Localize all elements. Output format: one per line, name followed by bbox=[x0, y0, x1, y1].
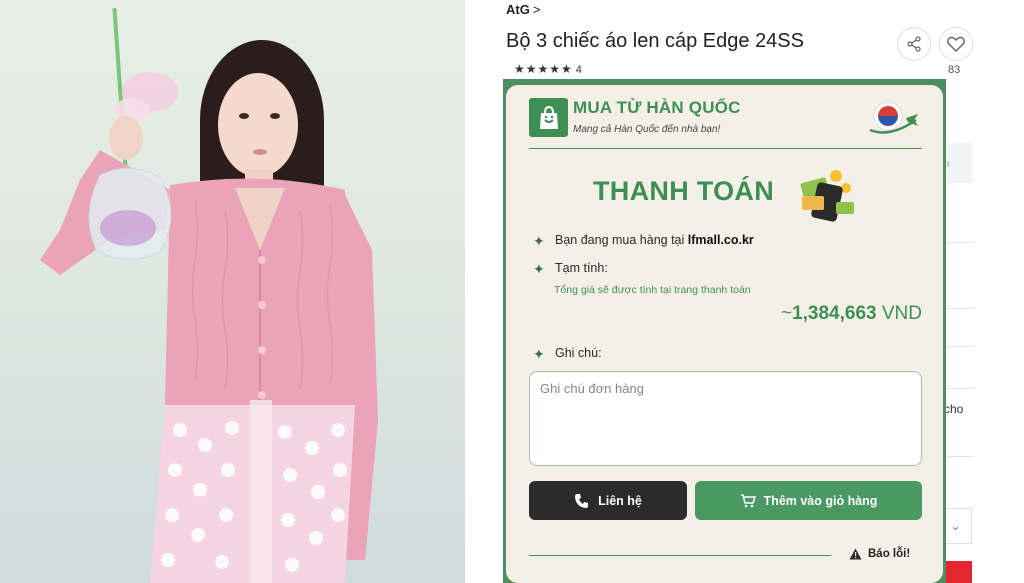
model-illustration bbox=[40, 8, 378, 583]
phone-icon bbox=[575, 493, 589, 508]
heart-icon bbox=[947, 36, 965, 52]
panel-subtitle: Mang cả Hàn Quốc đến nhà bạn! bbox=[573, 124, 721, 135]
warning-icon bbox=[849, 548, 862, 560]
shopping-at-label: Bạn đang mua hàng tại bbox=[555, 233, 685, 247]
rating-count: 4 bbox=[575, 64, 582, 76]
shopping-at-site: lfmall.co.kr bbox=[687, 233, 754, 247]
divider bbox=[944, 456, 974, 457]
add-to-cart-button[interactable]: Thêm vào giỏ hàng bbox=[695, 481, 922, 520]
price-currency: VND bbox=[881, 303, 922, 324]
chevron-right-icon: > bbox=[532, 2, 541, 17]
add-to-cart-label: Thêm vào giỏ hàng bbox=[763, 493, 878, 508]
report-error-label: Báo lỗi! bbox=[868, 548, 911, 560]
page: AtG > Bộ 3 chiếc áo len cáp Edge 24SS ★★★… bbox=[0, 0, 1024, 583]
cart-icon bbox=[740, 493, 756, 507]
product-photo[interactable] bbox=[0, 0, 465, 583]
price-value: 1,384,663 bbox=[792, 303, 877, 324]
subtotal-label: Tạm tính: bbox=[555, 261, 608, 275]
note-label: Ghi chú: bbox=[555, 346, 602, 360]
price-prefix: ~ bbox=[780, 303, 793, 324]
like-button[interactable] bbox=[939, 27, 973, 61]
like-count: 83 bbox=[948, 64, 961, 76]
panel-footer-divider bbox=[529, 555, 831, 556]
chevron-right-icon: › bbox=[946, 156, 950, 170]
sparkle-icon: ✦ bbox=[533, 261, 545, 277]
brand-link[interactable]: AtG > bbox=[506, 2, 540, 17]
background-text-fragment: cho bbox=[944, 402, 964, 416]
divider bbox=[944, 346, 974, 347]
sparkle-icon: ✦ bbox=[533, 346, 545, 362]
panel-title: MUA TỪ HÀN QUỐC bbox=[573, 98, 741, 117]
brand-name[interactable]: AtG bbox=[506, 2, 530, 17]
rating-stars: ★★★★★ bbox=[514, 62, 573, 76]
panel-divider bbox=[529, 148, 922, 149]
divider bbox=[944, 242, 974, 243]
wallet-money-icon bbox=[800, 170, 854, 222]
product-title: Bộ 3 chiếc áo len cáp Edge 24SS bbox=[506, 30, 804, 52]
report-error-link[interactable]: Báo lỗi! bbox=[849, 548, 910, 560]
chevron-down-icon: ⌄ bbox=[950, 519, 961, 533]
subtotal-price: ~1,384,663 VND bbox=[781, 303, 922, 325]
share-button[interactable] bbox=[897, 27, 931, 61]
shopping-at-text: Bạn đang mua hàng tại lfmall.co.kr bbox=[555, 233, 754, 247]
buy-button-fragment[interactable] bbox=[944, 561, 972, 583]
share-icon bbox=[907, 36, 921, 52]
shopping-bag-icon bbox=[529, 98, 568, 137]
product-rating[interactable]: ★★★★★ 4 bbox=[514, 62, 582, 76]
subtotal-note: Tổng giá sẽ được tính tại trang thanh to… bbox=[554, 284, 751, 296]
sparkle-icon: ✦ bbox=[533, 233, 545, 249]
contact-button-label: Liên hệ bbox=[598, 493, 642, 508]
korea-plane-icon bbox=[869, 101, 918, 134]
checkout-heading: THANH TOÁN bbox=[593, 176, 774, 206]
order-note-input[interactable] bbox=[529, 371, 922, 466]
divider bbox=[944, 388, 974, 389]
contact-button[interactable]: Liên hệ bbox=[529, 481, 687, 520]
divider bbox=[944, 308, 974, 309]
